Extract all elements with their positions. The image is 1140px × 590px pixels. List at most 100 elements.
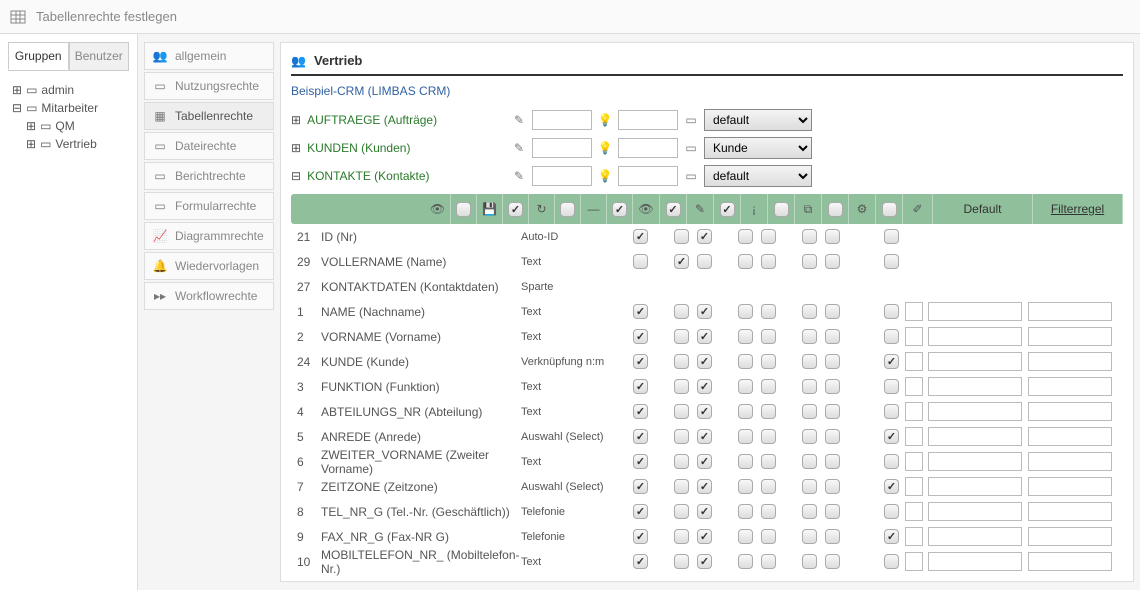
cb-edit[interactable] xyxy=(697,504,712,519)
cb-5[interactable] xyxy=(761,529,776,544)
row-input-filter[interactable] xyxy=(1028,402,1112,421)
cb-view[interactable] xyxy=(633,479,648,494)
cb-6[interactable] xyxy=(802,379,817,394)
cb-2[interactable] xyxy=(674,454,689,469)
cb-8[interactable] xyxy=(884,479,899,494)
cb-7[interactable] xyxy=(825,229,840,244)
tree-item-mitarbeiter[interactable]: ⊟ ▭ Mitarbeiter xyxy=(12,99,125,117)
cb-5[interactable] xyxy=(761,554,776,569)
hdr-cb2[interactable] xyxy=(503,194,529,224)
cb-2[interactable] xyxy=(674,504,689,519)
entity-link[interactable]: KONTAKTE (Kontakte) xyxy=(307,169,429,183)
cb-edit[interactable] xyxy=(697,479,712,494)
cb-8[interactable] xyxy=(884,429,899,444)
hdr-minus-icon[interactable]: — xyxy=(581,194,607,224)
hdr-filterregel[interactable]: Filterregel xyxy=(1033,194,1123,224)
nav-diagrammrechte[interactable]: 📈Diagrammrechte xyxy=(144,222,274,250)
cb-2[interactable] xyxy=(674,554,689,569)
cb-5[interactable] xyxy=(761,454,776,469)
cb-7[interactable] xyxy=(825,404,840,419)
cb-8[interactable] xyxy=(884,404,899,419)
row-input-default[interactable] xyxy=(928,302,1022,321)
row-input-filter[interactable] xyxy=(1028,352,1112,371)
cb-4[interactable] xyxy=(738,554,753,569)
row-input-filter[interactable] xyxy=(1028,327,1112,346)
cb-edit[interactable] xyxy=(697,529,712,544)
cb-edit[interactable] xyxy=(697,304,712,319)
cb-5[interactable] xyxy=(761,404,776,419)
cb-4[interactable] xyxy=(738,254,753,269)
entity-link[interactable]: KUNDEN (Kunden) xyxy=(307,141,410,155)
tree-item-admin[interactable]: ⊞ ▭ admin xyxy=(12,81,125,99)
cb-edit[interactable] xyxy=(697,404,712,419)
cb-4[interactable] xyxy=(738,429,753,444)
cb-view[interactable] xyxy=(633,229,648,244)
nav-formularrechte[interactable]: ▭Formularrechte xyxy=(144,192,274,220)
cb-view[interactable] xyxy=(633,504,648,519)
entity-input-2[interactable] xyxy=(618,138,678,158)
breadcrumb[interactable]: Beispiel-CRM (LIMBAS CRM) xyxy=(291,84,1123,98)
row-input-default[interactable] xyxy=(928,452,1022,471)
cb-8[interactable] xyxy=(884,254,899,269)
form-icon[interactable]: ▭ xyxy=(684,113,698,127)
cb-6[interactable] xyxy=(802,304,817,319)
row-input-default[interactable] xyxy=(928,402,1022,421)
cb-5[interactable] xyxy=(761,254,776,269)
cb-view[interactable] xyxy=(633,379,648,394)
cb-edit[interactable] xyxy=(697,429,712,444)
hdr-cb1[interactable] xyxy=(451,194,477,224)
row-input-default[interactable] xyxy=(928,352,1022,371)
cb-5[interactable] xyxy=(761,479,776,494)
hdr-reload-icon[interactable]: ↻ xyxy=(529,194,555,224)
row-input-short[interactable] xyxy=(905,402,923,421)
row-input-short[interactable] xyxy=(905,502,923,521)
row-input-default[interactable] xyxy=(928,552,1022,571)
nav-dateirechte[interactable]: ▭Dateirechte xyxy=(144,132,274,160)
cb-8[interactable] xyxy=(884,304,899,319)
expand-icon[interactable]: ⊞ xyxy=(12,83,22,97)
cb-7[interactable] xyxy=(825,529,840,544)
cb-8[interactable] xyxy=(884,454,899,469)
nav-berichtrechte[interactable]: ▭Berichtrechte xyxy=(144,162,274,190)
hdr-cb-eye[interactable] xyxy=(660,194,687,224)
row-input-short[interactable] xyxy=(905,327,923,346)
cb-view[interactable] xyxy=(633,429,648,444)
cb-6[interactable] xyxy=(802,329,817,344)
bulb-icon[interactable]: 💡 xyxy=(598,169,612,183)
row-input-short[interactable] xyxy=(905,377,923,396)
hdr-cb4[interactable] xyxy=(607,194,633,224)
cb-4[interactable] xyxy=(738,229,753,244)
pencil-icon[interactable]: ✎ xyxy=(512,141,526,155)
cb-7[interactable] xyxy=(825,354,840,369)
row-input-short[interactable] xyxy=(905,477,923,496)
row-input-filter[interactable] xyxy=(1028,302,1112,321)
hdr-cb-copy[interactable] xyxy=(822,194,849,224)
row-input-default[interactable] xyxy=(928,377,1022,396)
hdr-default[interactable]: Default xyxy=(933,194,1033,224)
cb-4[interactable] xyxy=(738,504,753,519)
form-icon[interactable]: ▭ xyxy=(684,169,698,183)
entity-select[interactable]: Kunde xyxy=(704,137,812,159)
entity-input-1[interactable] xyxy=(532,166,592,186)
row-input-short[interactable] xyxy=(905,527,923,546)
cb-6[interactable] xyxy=(802,254,817,269)
cb-7[interactable] xyxy=(825,254,840,269)
cb-8[interactable] xyxy=(884,504,899,519)
cb-edit[interactable] xyxy=(697,229,712,244)
row-input-short[interactable] xyxy=(905,427,923,446)
cb-edit[interactable] xyxy=(697,354,712,369)
collapse-icon[interactable]: ⊟ xyxy=(12,101,22,115)
row-input-short[interactable] xyxy=(905,552,923,571)
row-input-filter[interactable] xyxy=(1028,502,1112,521)
cb-2[interactable] xyxy=(674,479,689,494)
cb-7[interactable] xyxy=(825,479,840,494)
cb-8[interactable] xyxy=(884,379,899,394)
cb-2[interactable] xyxy=(674,304,689,319)
row-input-filter[interactable] xyxy=(1028,377,1112,396)
tab-users[interactable]: Benutzer xyxy=(69,42,130,70)
cb-2[interactable] xyxy=(674,529,689,544)
nav-wiedervorlagen[interactable]: 🔔Wiedervorlagen xyxy=(144,252,274,280)
cb-view[interactable] xyxy=(633,404,648,419)
cb-view[interactable] xyxy=(633,304,648,319)
cb-5[interactable] xyxy=(761,379,776,394)
